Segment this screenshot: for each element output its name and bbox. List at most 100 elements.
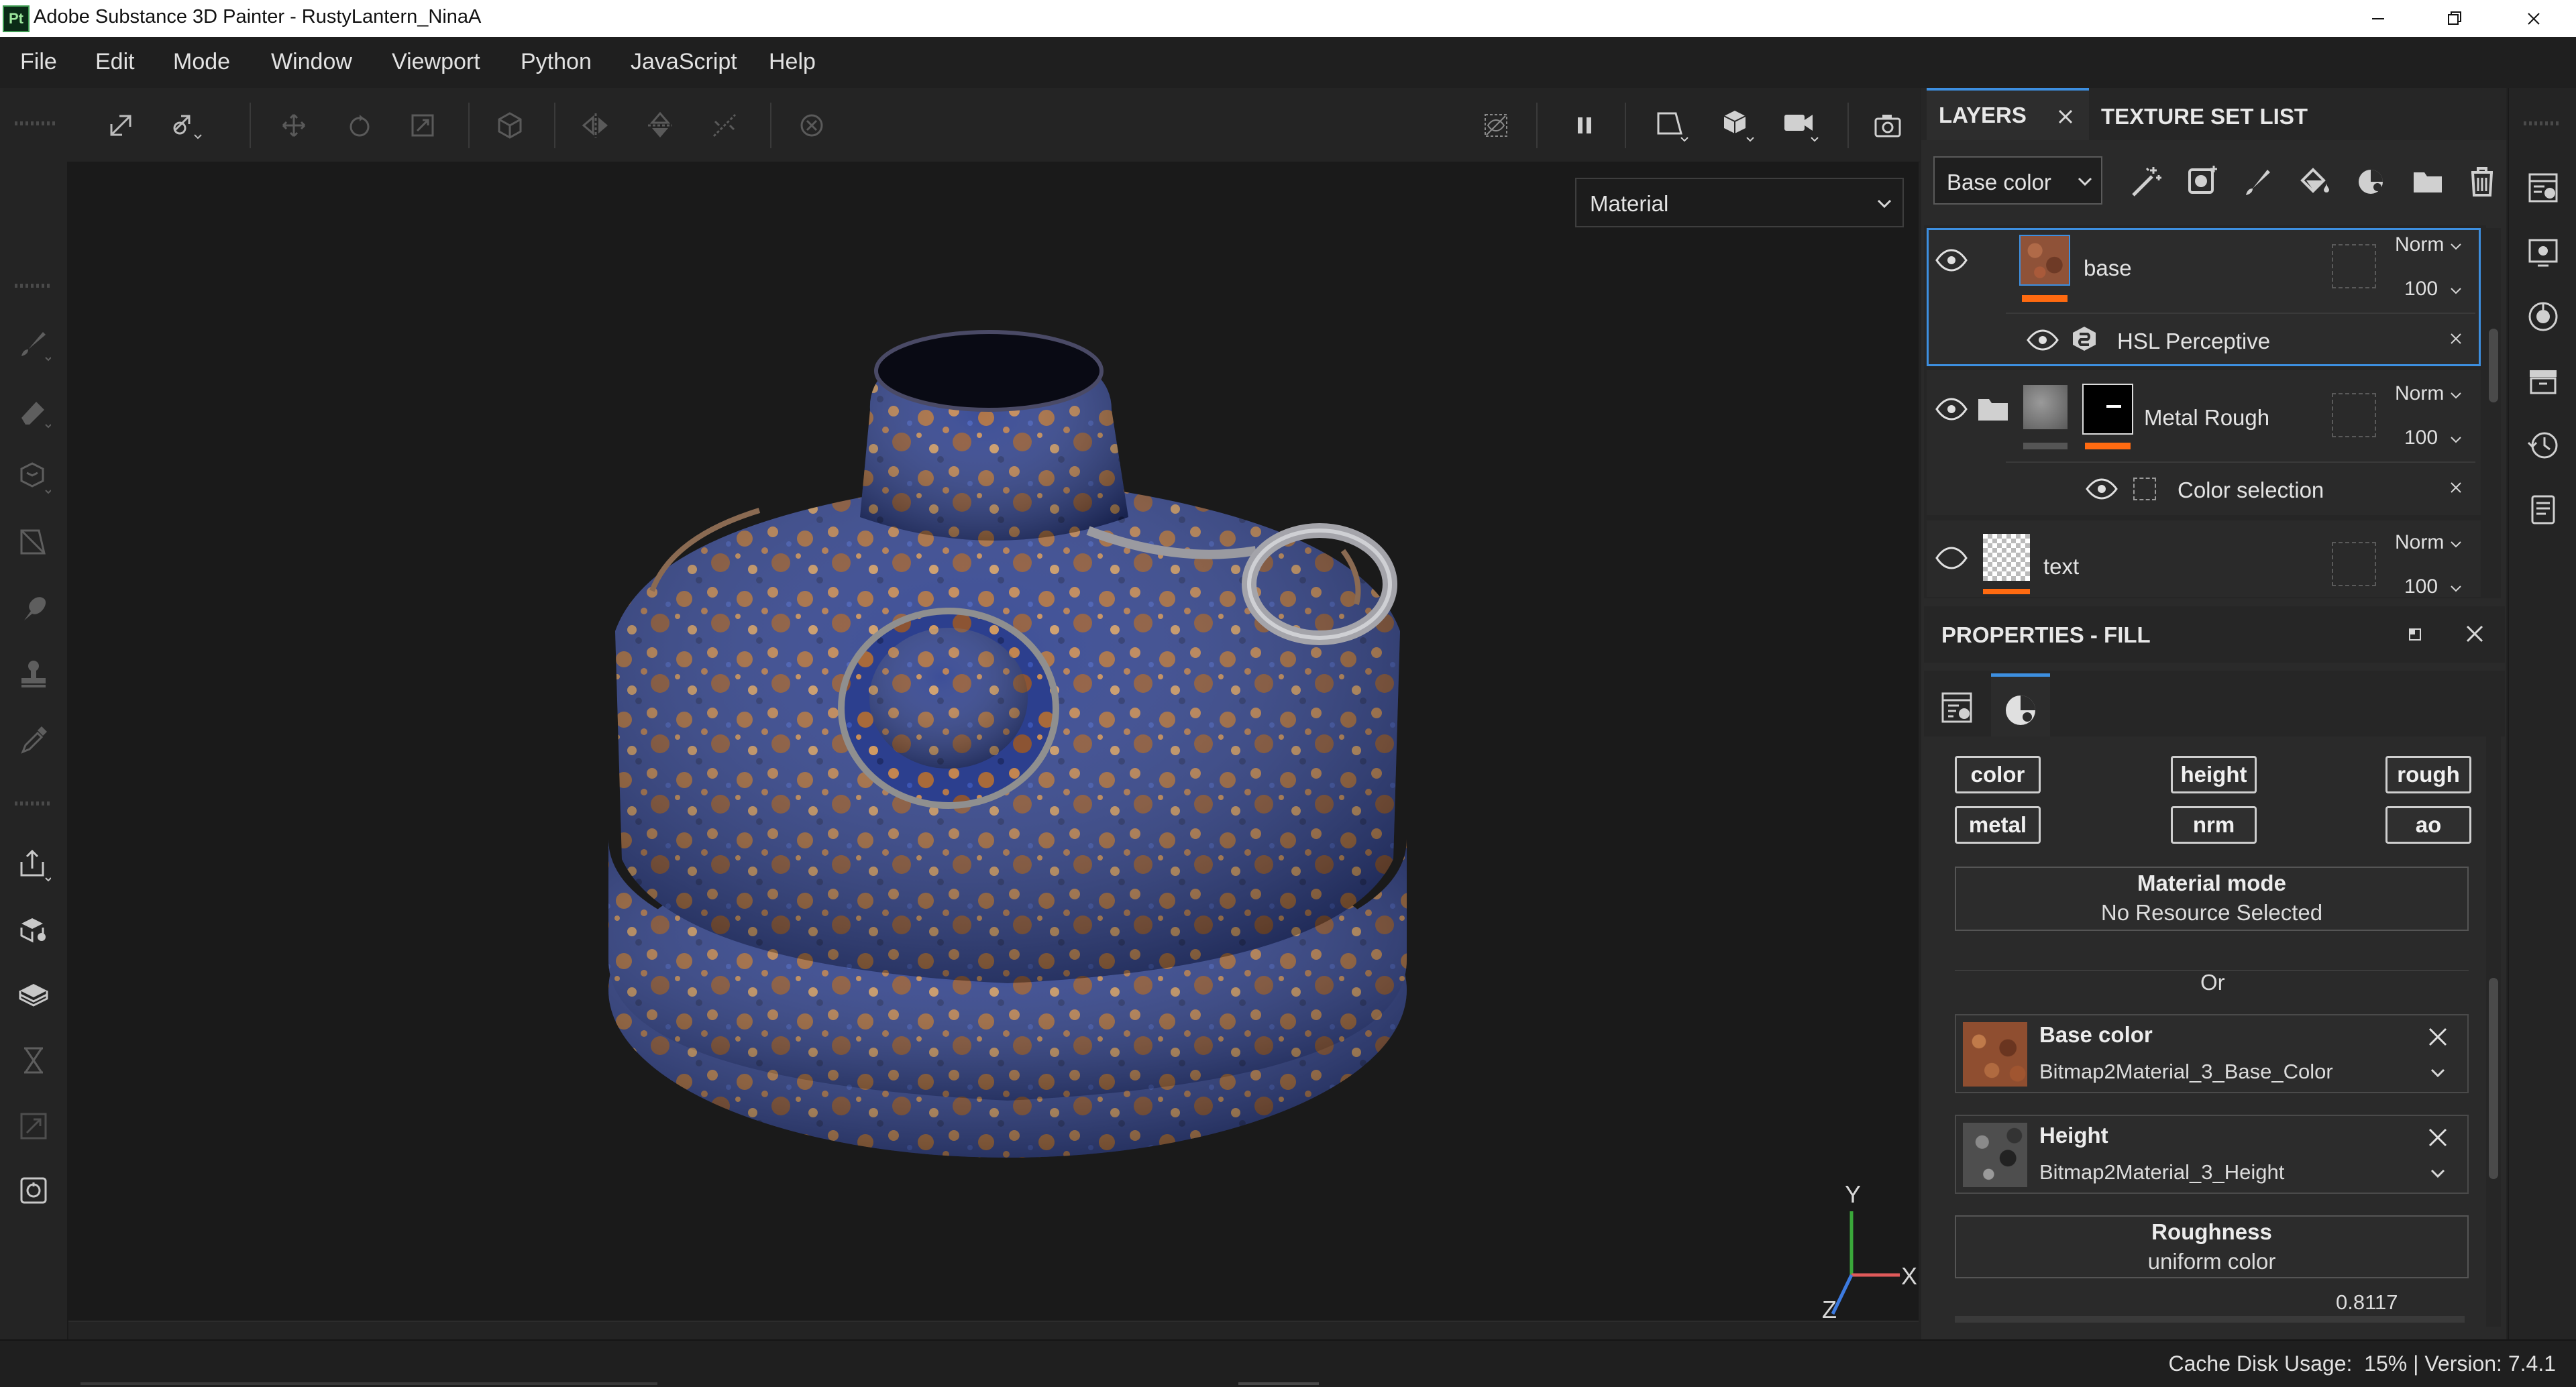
- roughness-slider[interactable]: [1955, 1316, 2465, 1323]
- close-icon[interactable]: [2426, 1025, 2450, 1049]
- add-effect-icon[interactable]: [2128, 163, 2165, 201]
- close-icon[interactable]: [2426, 1125, 2450, 1150]
- channel-toggle-height[interactable]: height: [2171, 756, 2257, 793]
- resize-icon[interactable]: [12, 1105, 55, 1148]
- texture-set-icon[interactable]: [12, 975, 55, 1017]
- add-folder-icon[interactable]: [2410, 163, 2447, 201]
- tab-texture-set-list[interactable]: TEXTURE SET LIST: [2101, 104, 2308, 129]
- channel-dropdown[interactable]: Base color: [1933, 156, 2102, 205]
- menu-javascript[interactable]: JavaScript: [631, 49, 737, 75]
- clone-stamp-icon[interactable]: [12, 653, 55, 696]
- texture-set-settings-icon[interactable]: [2522, 167, 2564, 209]
- close-icon[interactable]: [2463, 622, 2486, 645]
- transform-mode-icon[interactable]: [165, 104, 208, 147]
- layers-scrollbar[interactable]: [2486, 228, 2501, 598]
- height-thumbnail[interactable]: [1963, 1123, 2027, 1187]
- mirror-y-icon[interactable]: [639, 104, 682, 147]
- folder-icon[interactable]: [1976, 396, 2010, 423]
- layer-mask-slot[interactable]: [2332, 393, 2376, 437]
- eraser-icon[interactable]: [12, 390, 55, 433]
- paint-brush-icon[interactable]: [12, 323, 55, 366]
- menu-edit[interactable]: Edit: [95, 49, 135, 75]
- restore-button[interactable]: [2418, 0, 2491, 37]
- scrollbar-thumb[interactable]: [2489, 978, 2498, 1179]
- assets-shelf-icon[interactable]: [2522, 360, 2564, 402]
- close-icon[interactable]: [2055, 107, 2076, 127]
- effect-name[interactable]: HSL Perceptive: [2117, 329, 2270, 354]
- layer-thumbnail[interactable]: [2019, 235, 2070, 286]
- close-icon[interactable]: [2447, 330, 2465, 347]
- slot-resource-name[interactable]: Bitmap2Material_3_Height: [2039, 1160, 2284, 1184]
- pause-icon[interactable]: [1563, 104, 1606, 147]
- layer-mask-thumbnail[interactable]: [2082, 384, 2133, 435]
- environment-cube-icon[interactable]: [1716, 104, 1759, 147]
- channel-toggle-color[interactable]: color: [1955, 756, 2041, 793]
- layer-mask-slot[interactable]: [2332, 244, 2376, 288]
- projection-icon[interactable]: [12, 455, 55, 498]
- history-icon[interactable]: [2522, 425, 2564, 466]
- add-paint-layer-icon[interactable]: [2239, 163, 2277, 201]
- geometry-mask-icon[interactable]: [12, 521, 55, 564]
- menu-viewport[interactable]: Viewport: [392, 49, 480, 75]
- auto-unwrap-icon[interactable]: [12, 1169, 55, 1212]
- eye-visible-icon[interactable]: [1935, 248, 1968, 272]
- menu-python[interactable]: Python: [521, 49, 592, 75]
- float-panel-icon[interactable]: [2404, 624, 2424, 644]
- properties-scrollbar[interactable]: [2486, 736, 2501, 1327]
- layer-name[interactable]: text: [2043, 554, 2079, 579]
- minimize-button[interactable]: [2341, 0, 2415, 37]
- export-icon[interactable]: [12, 843, 55, 886]
- chevron-down-icon[interactable]: [2428, 1064, 2447, 1083]
- rotate-icon[interactable]: [338, 104, 381, 147]
- channel-toggle-metal[interactable]: metal: [1955, 806, 2041, 844]
- layer-opacity[interactable]: 100: [2404, 427, 2438, 449]
- camera-video-icon[interactable]: [1780, 104, 1823, 147]
- menu-help[interactable]: Help: [769, 49, 816, 75]
- menu-file[interactable]: File: [20, 49, 57, 75]
- eye-visible-icon[interactable]: [2026, 329, 2059, 351]
- smudge-icon[interactable]: [12, 587, 55, 630]
- material-mode-slot[interactable]: Material mode No Resource Selected: [1955, 867, 2469, 931]
- eye-visible-icon[interactable]: [1935, 546, 1968, 570]
- tab-fill-settings[interactable]: [1932, 675, 1984, 735]
- layer-blend-mode[interactable]: Norm: [2395, 382, 2444, 405]
- layer-thumbnail[interactable]: [1983, 534, 2030, 581]
- menu-window[interactable]: Window: [271, 49, 352, 75]
- mirror-x-icon[interactable]: [574, 104, 617, 147]
- log-icon[interactable]: [2522, 489, 2564, 531]
- roughness-slot[interactable]: Roughness uniform color: [1955, 1215, 2469, 1278]
- roughness-value[interactable]: 0.8117: [2336, 1290, 2398, 1315]
- close-window-button[interactable]: [2497, 0, 2571, 37]
- layer-opacity[interactable]: 100: [2404, 278, 2438, 300]
- chevron-down-icon[interactable]: [2449, 432, 2463, 447]
- channel-toggle-ao[interactable]: ao: [2385, 806, 2471, 844]
- delete-layer-icon[interactable]: [2463, 163, 2501, 201]
- menu-mode[interactable]: Mode: [173, 49, 230, 75]
- chevron-down-icon[interactable]: [2449, 581, 2463, 596]
- add-mask-icon[interactable]: [2184, 163, 2222, 201]
- layer-opacity[interactable]: 100: [2404, 575, 2438, 598]
- layer-mask-slot[interactable]: [2332, 542, 2376, 586]
- layer-thumbnail[interactable]: [2023, 385, 2068, 429]
- layer-blend-mode[interactable]: Norm: [2395, 531, 2444, 554]
- layer-blend-mode[interactable]: Norm: [2395, 233, 2444, 256]
- close-icon[interactable]: [2447, 479, 2465, 496]
- timeline-icon[interactable]: [12, 1039, 55, 1082]
- tab-layers[interactable]: LAYERS: [1927, 88, 2089, 140]
- chevron-down-icon[interactable]: [2449, 283, 2463, 298]
- color-picker-icon[interactable]: [12, 718, 55, 761]
- slot-resource-name[interactable]: Bitmap2Material_3_Base_Color: [2039, 1060, 2333, 1084]
- display-settings-icon[interactable]: [2522, 231, 2564, 273]
- layer-name[interactable]: base: [2084, 256, 2132, 281]
- display-2d-3d-icon[interactable]: [1650, 104, 1693, 147]
- transform-uv-icon[interactable]: [99, 104, 142, 147]
- chevron-down-icon[interactable]: [2449, 388, 2463, 402]
- chevron-down-icon[interactable]: [2449, 239, 2463, 254]
- scrollbar-thumb[interactable]: [2489, 329, 2498, 402]
- effect-name[interactable]: Color selection: [2178, 478, 2324, 503]
- tab-material[interactable]: [1991, 673, 2050, 736]
- lantern-model-render[interactable]: Y X Z: [68, 162, 1919, 1322]
- shader-settings-icon[interactable]: [2522, 296, 2564, 337]
- eye-visible-icon[interactable]: [1935, 397, 1968, 421]
- add-smart-material-icon[interactable]: [2353, 163, 2391, 201]
